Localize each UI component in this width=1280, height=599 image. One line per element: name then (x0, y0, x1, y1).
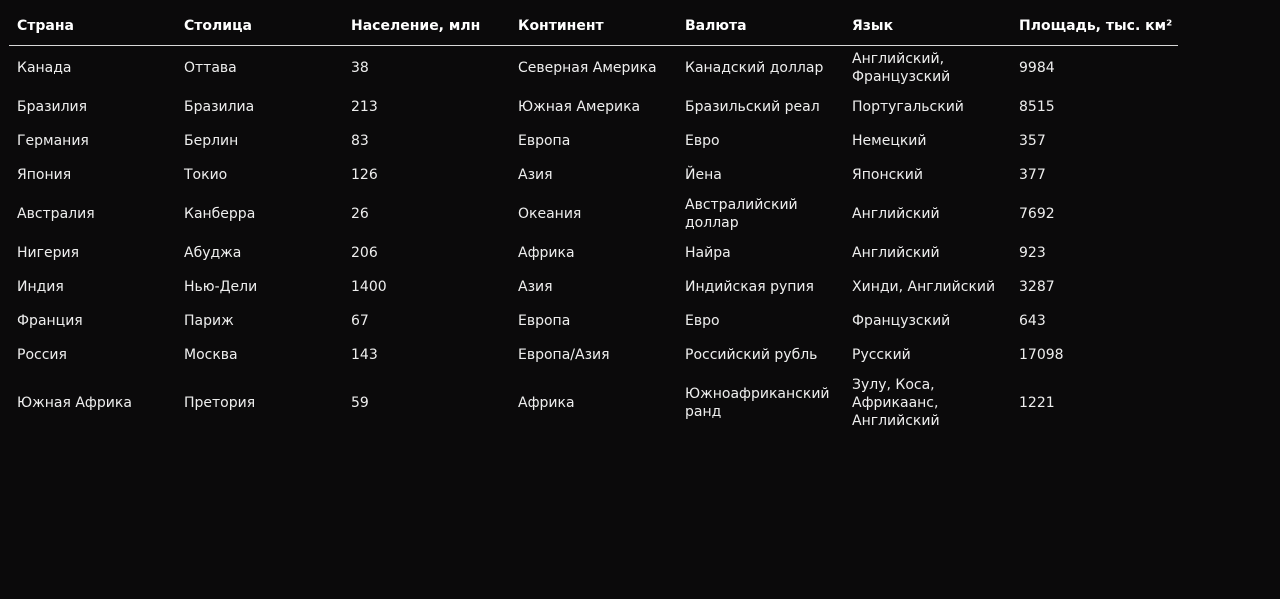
cell-population: 143 (351, 347, 378, 363)
cell-country: Австралия (17, 206, 95, 222)
cell-continent: Азия (518, 167, 553, 183)
cell-country: Россия (17, 347, 67, 363)
table-row: Нигерия Абуджа 206 Африка Найра Английск… (9, 236, 1178, 270)
cell-currency: Российский рубль (685, 347, 818, 363)
cell-language: Зулу, Коса, Африкаанс, Английский (852, 377, 940, 429)
cell-capital: Париж (184, 313, 234, 329)
cell-capital: Канберра (184, 206, 256, 222)
cell-capital: Токио (184, 167, 228, 183)
cell-area: 7692 (1019, 206, 1055, 222)
cell-population: 1400 (351, 279, 387, 295)
header-capital: Столица (176, 8, 343, 46)
cell-area: 643 (1019, 313, 1046, 329)
cell-currency: Евро (685, 133, 720, 149)
header-population: Население, млн (343, 8, 510, 46)
cell-population: 83 (351, 133, 369, 149)
header-area: Площадь, тыс. км² (1011, 8, 1178, 46)
cell-capital: Претория (184, 395, 256, 411)
cell-currency: Австралийский доллар (685, 197, 798, 231)
cell-population: 59 (351, 395, 369, 411)
country-table-container: Страна Столица Население, млн Континент … (9, 8, 1178, 434)
cell-language: Немецкий (852, 133, 927, 149)
cell-language: Португальский (852, 99, 964, 115)
header-continent: Континент (510, 8, 677, 46)
table-row: Германия Берлин 83 Европа Евро Немецкий … (9, 124, 1178, 158)
cell-continent: Северная Америка (518, 60, 657, 76)
cell-capital: Нью-Дели (184, 279, 258, 295)
cell-population: 206 (351, 245, 378, 261)
country-table: Страна Столица Население, млн Континент … (9, 8, 1178, 434)
table-row: Индия Нью-Дели 1400 Азия Индийская рупия… (9, 270, 1178, 304)
cell-language: Английский, Французский (852, 51, 951, 85)
cell-area: 357 (1019, 133, 1046, 149)
cell-capital: Москва (184, 347, 238, 363)
cell-capital: Бразилиа (184, 99, 255, 115)
cell-population: 26 (351, 206, 369, 222)
cell-language: Японский (852, 167, 923, 183)
table-row: Япония Токио 126 Азия Йена Японский 377 (9, 158, 1178, 192)
cell-language: Хинди, Английский (852, 279, 996, 295)
cell-country: Канада (17, 60, 72, 76)
cell-population: 126 (351, 167, 378, 183)
cell-continent: Африка (518, 245, 575, 261)
cell-area: 9984 (1019, 60, 1055, 76)
cell-continent: Океания (518, 206, 582, 222)
header-country: Страна (9, 8, 176, 46)
cell-area: 8515 (1019, 99, 1055, 115)
cell-currency: Канадский доллар (685, 60, 824, 76)
cell-population: 213 (351, 99, 378, 115)
cell-currency: Найра (685, 245, 731, 261)
cell-continent: Европа (518, 313, 571, 329)
table-row: Канада Оттава 38 Северная Америка Канадс… (9, 46, 1178, 91)
cell-country: Франция (17, 313, 83, 329)
cell-population: 67 (351, 313, 369, 329)
cell-area: 923 (1019, 245, 1046, 261)
cell-country: Южная Африка (17, 395, 132, 411)
cell-area: 377 (1019, 167, 1046, 183)
cell-currency: Йена (685, 167, 722, 183)
cell-currency: Южноафриканский ранд (685, 386, 830, 420)
cell-continent: Африка (518, 395, 575, 411)
cell-area: 1221 (1019, 395, 1055, 411)
cell-language: Английский (852, 245, 940, 261)
cell-continent: Европа/Азия (518, 347, 610, 363)
cell-capital: Абуджа (184, 245, 242, 261)
cell-capital: Берлин (184, 133, 239, 149)
header-language: Язык (844, 8, 1011, 46)
cell-country: Бразилия (17, 99, 88, 115)
cell-language: Английский (852, 206, 940, 222)
cell-country: Япония (17, 167, 72, 183)
cell-capital: Оттава (184, 60, 237, 76)
cell-country: Индия (17, 279, 64, 295)
table-header-row: Страна Столица Население, млн Континент … (9, 8, 1178, 46)
cell-continent: Южная Америка (518, 99, 641, 115)
cell-country: Германия (17, 133, 89, 149)
cell-language: Французский (852, 313, 951, 329)
cell-continent: Европа (518, 133, 571, 149)
table-row: Южная Африка Претория 59 Африка Южноафри… (9, 372, 1178, 434)
table-row: Франция Париж 67 Европа Евро Французский… (9, 304, 1178, 338)
header-currency: Валюта (677, 8, 844, 46)
table-row: Австралия Канберра 26 Океания Австралийс… (9, 192, 1178, 236)
cell-currency: Индийская рупия (685, 279, 814, 295)
cell-population: 38 (351, 60, 369, 76)
table-row: Бразилия Бразилиа 213 Южная Америка Браз… (9, 90, 1178, 124)
cell-area: 17098 (1019, 347, 1064, 363)
cell-continent: Азия (518, 279, 553, 295)
cell-currency: Евро (685, 313, 720, 329)
cell-area: 3287 (1019, 279, 1055, 295)
cell-currency: Бразильский реал (685, 99, 820, 115)
cell-country: Нигерия (17, 245, 80, 261)
cell-language: Русский (852, 347, 911, 363)
table-row: Россия Москва 143 Европа/Азия Российский… (9, 338, 1178, 372)
